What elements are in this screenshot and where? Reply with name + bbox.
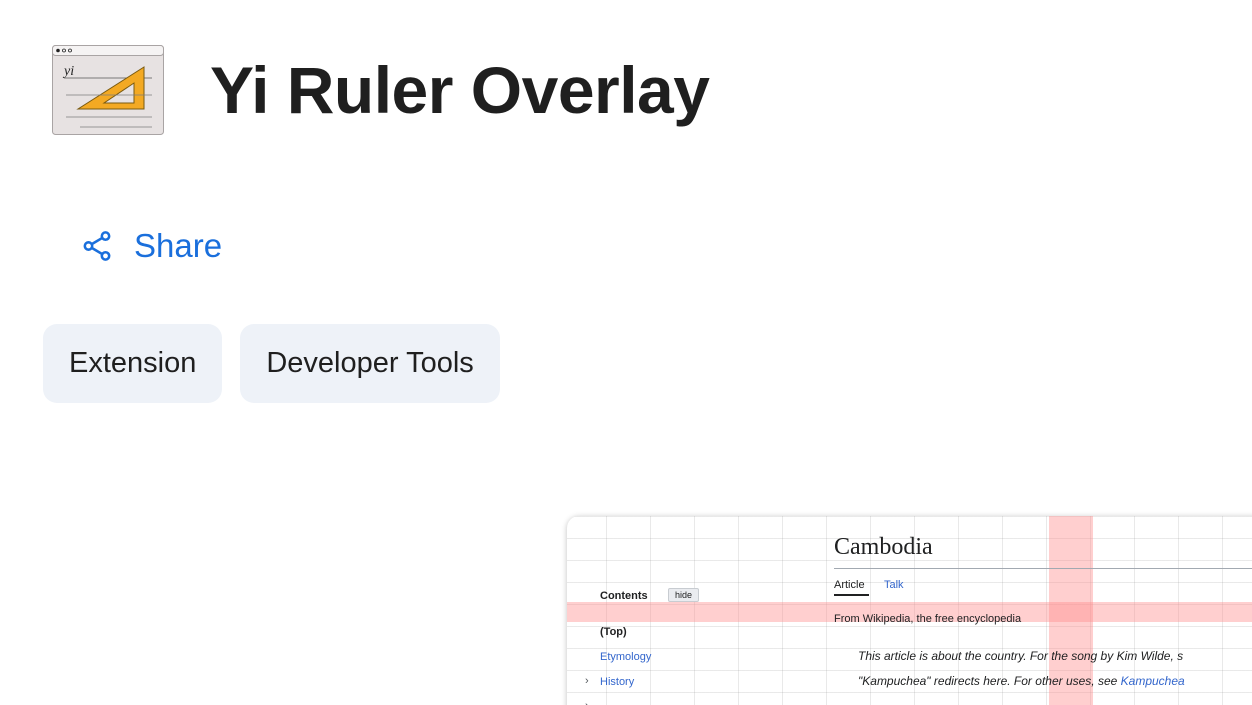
screenshot-preview[interactable]: Cambodia Article Talk Contents hide (Top… [567,516,1252,705]
tagline: From Wikipedia, the free encyclopedia [834,613,1022,625]
toc-item-history: History [600,676,635,688]
category-chips: Extension Developer Tools [43,324,500,403]
chevron-right-icon: › [585,675,589,687]
toc-item-etymology: Etymology [600,651,652,663]
tab-article: Article [834,579,865,591]
hatnote-text: "Kampuchea" redirects here. For other us… [858,674,1121,688]
chip-developer-tools[interactable]: Developer Tools [240,324,500,403]
share-icon [83,231,111,261]
contents-heading: Contents [600,590,648,602]
yi-ruler-logo-icon: yi [52,45,164,135]
tab-talk: Talk [884,579,904,591]
hatnote-line-1: This article is about the country. For t… [858,649,1184,663]
svg-text:yi: yi [62,64,74,79]
chip-extension[interactable]: Extension [43,324,223,403]
hatnote-link: Kampuchea [1120,674,1185,688]
toc-item-top: (Top) [600,626,627,638]
share-label: Share [134,227,223,264]
preview-page-title: Cambodia [834,534,933,560]
extension-detail-page: yi Yi Ruler Overlay Share Extension Deve… [0,0,1252,705]
extension-title: Yi Ruler Overlay [210,53,710,127]
hide-toc-button: hide [668,588,700,602]
hatnote-line-2: "Kampuchea" redirects here. For other us… [858,674,1185,688]
title-divider [834,568,1252,569]
chevron-right-icon: › [585,700,589,705]
active-tab-underline [834,594,869,596]
share-button[interactable]: Share [80,222,222,270]
